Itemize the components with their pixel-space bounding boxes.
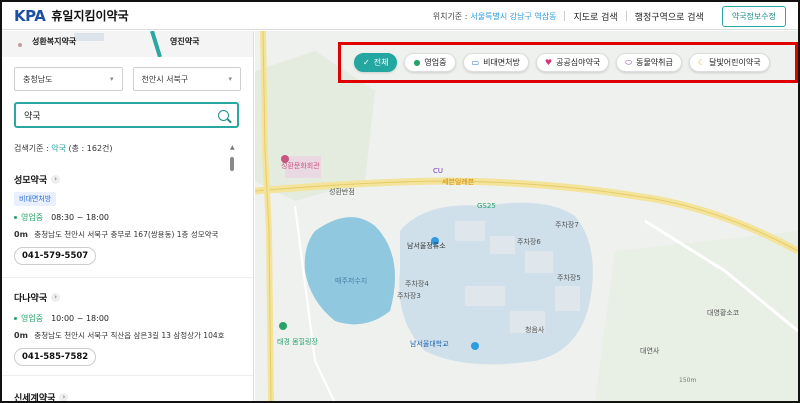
check-icon: ✓	[363, 58, 370, 67]
open-dot-icon	[14, 317, 17, 320]
summary-total: (총 : 162건)	[68, 144, 113, 153]
list-item[interactable]: 다나약국 › 영업중 10:00 ~ 18:00 0m 충청남도 천안시 서북구…	[14, 291, 228, 366]
map-label: 주차장5	[557, 274, 581, 282]
location-label: 위치기준 :	[432, 11, 468, 21]
map-label: 주차장3	[397, 292, 421, 300]
location-pin-icon: ●	[413, 58, 421, 67]
map-label: 세븐일레븐	[442, 178, 475, 186]
map-label: 남서울대학교	[410, 340, 449, 348]
region-search-link[interactable]: 행정구역으로 검색	[635, 10, 704, 23]
open-status: 영업중	[21, 314, 44, 323]
sidebar: 성환복지약국 영진약국 충청남도 ▾ 천안시 서북구 ▾ 검색기준 : 약국 (…	[2, 31, 254, 401]
distance: 0m	[14, 331, 28, 340]
divider	[2, 277, 253, 278]
map-label: 매주저수지	[335, 277, 368, 285]
summary-prefix: 검색기준 :	[14, 144, 49, 153]
map-label: 성환반점	[329, 188, 355, 196]
monitor-icon: ▭	[471, 58, 480, 67]
pharmacy-name[interactable]: 다나약국	[14, 291, 47, 304]
open-dot-icon	[14, 216, 17, 219]
recent-item[interactable]: 성환복지약국	[32, 36, 76, 47]
map-label: 주차장6	[517, 238, 541, 246]
chevron-down-icon: ▾	[228, 75, 232, 83]
logo[interactable]: KPA 휴일지킴이약국	[14, 7, 129, 25]
chip-label: 공공심야약국	[556, 58, 601, 67]
map-label: 대연사	[640, 347, 660, 355]
result-summary: 검색기준 : 약국 (총 : 162건)	[2, 128, 253, 154]
filter-open-chip[interactable]: ● 영업중	[404, 53, 456, 72]
map-label: 남서울정류소	[407, 242, 446, 250]
map-label: 성환문화회관	[281, 162, 320, 170]
region-selects: 충청남도 ▾ 천안시 서북구 ▾	[2, 57, 253, 91]
map-label: 태경 몸힐링장	[277, 338, 318, 346]
heart-icon: ♥	[544, 58, 553, 67]
map-label: 주차장4	[405, 280, 429, 288]
map-label: 청음사	[525, 326, 545, 334]
filter-bar: ✓ 전체 ● 영업중 ▭ 비대면처방 ♥ 공공심야약국 ⬭ 동물약취급 ☾ 달빛…	[354, 53, 770, 72]
list-item[interactable]: 신세계약국 ›	[14, 391, 228, 401]
map-label: GS25	[477, 202, 496, 210]
pharmacy-name[interactable]: 성모약국	[14, 173, 47, 186]
filter-telemedicine-chip[interactable]: ▭ 비대면처방	[462, 53, 529, 72]
search-icon[interactable]	[218, 109, 229, 121]
filter-all-chip[interactable]: ✓ 전체	[354, 53, 398, 72]
opening-hours: 08:30 ~ 18:00	[51, 213, 109, 222]
divider	[2, 375, 253, 376]
app-frame: KPA 휴일지킴이약국 위치기준 : 서울특별시 강남구 역삼동 지도로 검색 …	[0, 0, 800, 403]
city-value: 천안시 서북구	[141, 74, 189, 84]
search-input[interactable]	[24, 110, 218, 120]
open-status: 영업중	[21, 213, 44, 222]
chip-label: 비대면처방	[483, 58, 520, 67]
filter-animal-medicine-chip[interactable]: ⬭ 동물약취급	[616, 53, 682, 72]
top-header: KPA 휴일지킴이약국 위치기준 : 서울특별시 강남구 역삼동 지도로 검색 …	[2, 2, 798, 30]
status-badge: 비대면처방	[14, 192, 57, 206]
divider	[564, 11, 566, 21]
phone-button[interactable]: 041-579-5507	[14, 247, 97, 265]
phone-button[interactable]: 041-585-7582	[14, 348, 97, 366]
pharmacy-name[interactable]: 신세계약국	[14, 391, 55, 401]
scroll-up-icon[interactable]: ▲	[230, 144, 235, 151]
header-nav: 위치기준 : 서울특별시 강남구 역삼동 지도로 검색 행정구역으로 검색 약국…	[433, 2, 786, 30]
chip-label: 달빛어린이약국	[709, 58, 761, 67]
chip-label: 영업중	[424, 58, 447, 67]
app-title: 휴일지킴이약국	[51, 9, 129, 23]
edit-pharmacy-button[interactable]: 약국정보수정	[721, 5, 786, 27]
chevron-right-icon[interactable]: ›	[51, 293, 61, 302]
kpa-logo-icon: KPA	[14, 6, 46, 25]
map-label: CU	[433, 167, 444, 175]
chevron-right-icon[interactable]: ›	[59, 393, 69, 401]
chevron-right-icon[interactable]: ›	[51, 175, 61, 184]
map-label: 주차장7	[555, 221, 579, 229]
map-canvas[interactable]: 세븐일레븐 GS25 CU 성환반점 성환문화회관 남서울정류소 남서울대학교 …	[255, 31, 798, 403]
scale-label: 150m	[679, 377, 697, 384]
summary-keyword: 약국	[51, 144, 66, 153]
location-value[interactable]: 서울특별시 강남구 역삼동	[470, 11, 556, 22]
divider	[625, 11, 627, 21]
address: 충청남도 천안시 서북구 충무로 167(쌍용동) 1층 성모약국	[34, 230, 219, 239]
recent-item[interactable]: 영진약국	[170, 36, 199, 47]
pill-icon: ⬭	[625, 57, 633, 67]
map-search-link[interactable]: 지도로 검색	[573, 10, 617, 23]
recent-strip: 성환복지약국 영진약국	[2, 31, 253, 57]
filter-moonlight-children-chip[interactable]: ☾ 달빛어린이약국	[688, 53, 770, 72]
city-select[interactable]: 천안시 서북구 ▾	[132, 67, 241, 91]
map-label: 대영황소코	[707, 309, 740, 317]
province-value: 충청남도	[23, 74, 53, 84]
chip-label: 동물약취급	[636, 58, 673, 67]
map-tiles[interactable]	[255, 31, 798, 403]
scrollbar[interactable]	[230, 157, 234, 171]
filter-night-pharmacy-chip[interactable]: ♥ 공공심야약국	[535, 53, 610, 72]
list-item[interactable]: 성모약국 › 비대면처방 영업중 08:30 ~ 18:00 0m 충청남도 천…	[14, 173, 228, 265]
opening-hours: 10:00 ~ 18:00	[51, 314, 109, 323]
moon-icon: ☾	[697, 58, 706, 67]
chip-label: 전체	[373, 58, 389, 67]
chevron-down-icon: ▾	[109, 75, 114, 83]
distance: 0m	[14, 230, 28, 239]
address: 충청남도 천안시 서북구 직산읍 삼은3길 13 삼정상가 104호	[34, 331, 225, 340]
province-select[interactable]: 충청남도 ▾	[14, 67, 123, 91]
search-box	[14, 102, 239, 128]
